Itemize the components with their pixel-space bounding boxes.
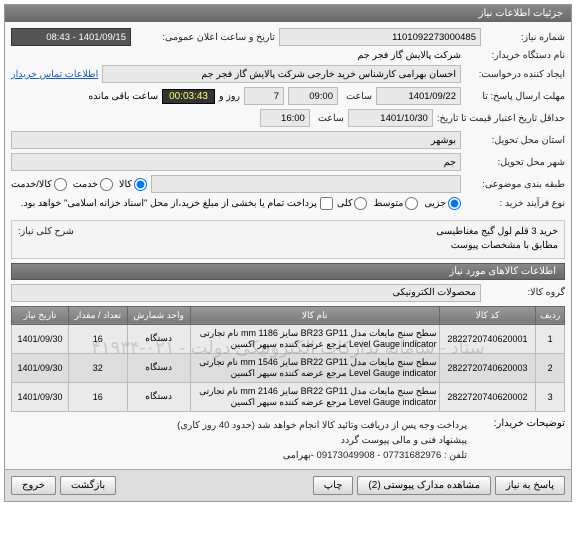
label-time2: ساعت [314, 113, 344, 124]
checkbox-paynote[interactable]: پرداخت تمام یا بخشی از مبلغ خرید،از محل … [21, 197, 333, 210]
col-code: کد کالا [439, 306, 536, 324]
field-reqno: 1101092273000485 [279, 28, 481, 46]
label-province: استان محل تحویل: [465, 135, 565, 146]
radio-group-ksr: کالا خدمت کالا/خدمت [11, 178, 147, 191]
btn-back[interactable]: بازگشت [60, 476, 116, 495]
field-validity-date: 1401/10/30 [348, 109, 433, 127]
radio-kalakhedmat[interactable]: کالا/خدمت [11, 178, 67, 191]
col-qty: تعداد / مقدار [68, 306, 127, 324]
desc-title: شرح کلی نیاز: [18, 225, 74, 254]
label-city: شهر محل تحویل: [465, 157, 565, 168]
footer-buttons: پاسخ به نیاز مشاهده مدارک پیوستی (2) چاپ… [5, 469, 571, 501]
col-n: ردیف [536, 306, 565, 324]
label-pubdate: تاریخ و ساعت اعلان عمومی: [135, 32, 275, 43]
label-deadline: مهلت ارسال پاسخ: تا [465, 91, 565, 102]
field-goods-group: محصولات الکترونیکی [11, 284, 481, 302]
field-deadline-time: 09:00 [288, 87, 338, 105]
link-contact[interactable]: اطلاعات تماس خریدار [11, 69, 98, 80]
label-buytype: نوع فرآیند خرید : [465, 198, 565, 209]
field-category [151, 175, 461, 193]
description-box: خرید 3 قلم لول گیج مغناطیسی مطابق با مشخ… [11, 220, 565, 259]
field-deadline-date: 1401/09/22 [376, 87, 461, 105]
btn-reply[interactable]: پاسخ به نیاز [495, 476, 565, 495]
field-province: بوشهر [11, 131, 461, 149]
notes-title: توضیحات خریدار: [475, 418, 565, 464]
panel-title: جزئیات اطلاعات نیاز [5, 5, 571, 22]
label-validity: حداقل تاریخ اعتبار قیمت تا تاریخ: [437, 113, 565, 124]
desc-line-2: مطابق با مشخصات پیوست [84, 239, 558, 253]
field-city: جم [11, 153, 461, 171]
label-time1: ساعت [342, 91, 372, 102]
radio-jozi[interactable]: جزیی [424, 197, 461, 210]
label-daysep: روز و [219, 91, 240, 102]
col-date: تاریخ نیاز [12, 306, 69, 324]
label-buyer: نام دستگاه خریدار: [465, 50, 565, 61]
label-remain: ساعت باقی مانده [88, 91, 158, 102]
btn-exit[interactable]: خروج [11, 476, 56, 495]
label-reqno: شماره نیاز: [485, 32, 565, 43]
form-area: شماره نیاز: 1101092273000485 تاریخ و ساع… [5, 22, 571, 216]
section-header-items: اطلاعات کالاهای مورد نیاز [11, 263, 565, 280]
btn-docs[interactable]: مشاهده مدارک پیوستی (2) [357, 476, 491, 495]
label-creator: ایجاد کننده درخواست: [465, 69, 565, 80]
col-unit: واحد شمارش [127, 306, 190, 324]
table-row[interactable]: 12822720740620001سطح سنج مایعات مدل BR23… [12, 324, 565, 353]
timer: 00:03:43 [162, 89, 215, 104]
buyer-notes: توضیحات خریدار: پرداخت وجه پس از دریافت … [11, 418, 565, 464]
label-goods-group: گروه کالا: [485, 287, 565, 298]
label-category: طبقه بندی موضوعی: [465, 179, 565, 190]
radio-koli[interactable]: کلی [337, 197, 368, 210]
radio-group-buytype: جزیی متوسط کلی [337, 197, 461, 210]
main-panel: جزئیات اطلاعات نیاز شماره نیاز: 11010922… [4, 4, 572, 502]
value-buyer: شرکت پالایش گاز فجر جم [358, 50, 461, 61]
table-row[interactable]: 22822720740620003سطح سنج مایعات مدل BR22… [12, 353, 565, 382]
col-name: نام کالا [190, 306, 439, 324]
btn-print[interactable]: چاپ [313, 476, 354, 495]
field-pubdate: 1401/09/15 - 08:43 [11, 28, 131, 46]
field-days: 7 [244, 87, 284, 105]
table-row[interactable]: 32822720740620002سطح سنج مایعات مدل BR22… [12, 382, 565, 411]
radio-kala[interactable]: کالا [119, 178, 147, 191]
desc-line-1: خرید 3 قلم لول گیج مغناطیسی [84, 225, 558, 239]
field-creator: احسان بهرامی کارشناس خرید خارجی شرکت پال… [102, 65, 461, 83]
radio-motavaset[interactable]: متوسط [373, 197, 418, 210]
field-validity-time: 16:00 [260, 109, 310, 127]
notes-content: پرداخت وجه پس از دریافت وتائید کالا انجا… [177, 418, 467, 464]
radio-khedmat[interactable]: خدمت [73, 178, 113, 191]
items-table: ردیف کد کالا نام کالا واحد شمارش تعداد /… [11, 306, 565, 412]
grid-wrap: ستاد - سامانه تدارکات الکترونیکی دولت - … [5, 306, 571, 412]
